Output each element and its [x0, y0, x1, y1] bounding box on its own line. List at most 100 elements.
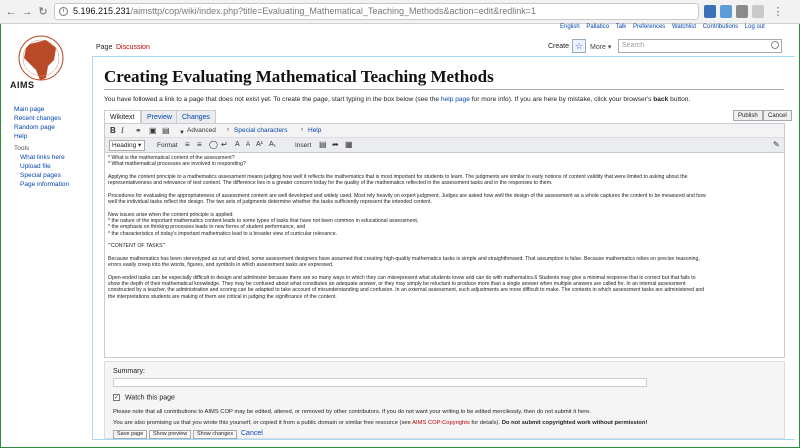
editor-text-line: constructed by a teacher, the administra… [108, 287, 705, 294]
publish-button[interactable]: Publish [733, 110, 763, 121]
search-replace-icon[interactable]: ✎ [773, 140, 780, 150]
chevron-right-icon: › [227, 126, 230, 133]
summary-label: Summary: [113, 368, 145, 375]
big-text-icon[interactable]: A [235, 140, 240, 150]
triangle-down-icon[interactable]: ▼ [179, 128, 185, 138]
sidebar-item-special-pages[interactable]: Special pages [0, 171, 92, 180]
tab-preview[interactable]: Preview [141, 110, 178, 123]
reference-icon[interactable]: ▤ [162, 126, 170, 136]
watch-option: ✓ Watch this page [113, 394, 175, 401]
watch-star-icon[interactable]: ☆ [572, 39, 586, 53]
subscript-icon[interactable]: A₁ [269, 140, 276, 150]
heading-select[interactable]: Heading ▾ [109, 140, 145, 151]
sidebar-item-main-page[interactable]: Main page [0, 105, 92, 114]
editor-text-line: the interpretations students are making … [108, 293, 337, 300]
personal-link[interactable]: Log out [745, 24, 765, 30]
gallery-icon[interactable]: ▤ [319, 140, 327, 150]
edit-options: Summary: ✓ Watch this page Please note t… [104, 361, 785, 439]
link-icon[interactable]: ⚭ [135, 126, 142, 136]
wikitext-editor: B I ⚭ ▣ ▤ ▼ Advanced › Special character… [104, 123, 785, 358]
redirect-icon[interactable]: ➦ [332, 140, 339, 150]
watch-label: Watch this page [124, 394, 175, 402]
editor-text-line: Open-ended tasks can be especially diffi… [108, 274, 696, 281]
superscript-icon[interactable]: A¹ [256, 140, 263, 150]
search-icon[interactable] [771, 41, 779, 49]
watch-checkbox[interactable]: ✓ [113, 394, 120, 401]
bulleted-list-icon[interactable]: ≡ [185, 140, 190, 150]
intro-text: You have followed a link to a page that … [104, 96, 690, 103]
format-label: Format [157, 142, 178, 149]
extension-icon[interactable] [720, 5, 732, 18]
chevron-right-icon: › [301, 126, 304, 133]
info-icon[interactable]: i [59, 7, 68, 16]
sidebar-item-random-page[interactable]: Random page [0, 123, 92, 132]
url-path: /aimsttp/cop/wiki/index.php?title=Evalua… [130, 6, 537, 16]
page-title: Creating Evaluating Mathematical Teachin… [104, 67, 494, 86]
sidebar-item-page-information[interactable]: Page information [0, 180, 92, 189]
nowiki-icon[interactable]: ◯ [209, 140, 218, 150]
personal-link[interactable]: Preferences [633, 24, 665, 30]
table-icon[interactable]: ▦ [345, 140, 353, 150]
advanced-toggle[interactable]: Advanced [187, 127, 216, 134]
more-menu[interactable]: More ▾ [590, 43, 611, 51]
tab-wikitext[interactable]: Wikitext [104, 110, 141, 123]
personal-link[interactable]: Talk [616, 24, 627, 30]
sidebar-item-what-links-here[interactable]: What links here [0, 153, 92, 162]
chevron-down-icon: ▾ [138, 142, 142, 149]
help-page-link[interactable]: help page [441, 96, 470, 103]
extension-icon[interactable] [736, 5, 748, 18]
menu-dots-icon[interactable]: ⋮ [772, 6, 784, 18]
numbered-list-icon[interactable]: ≡ [197, 140, 202, 150]
content-area: Creating Evaluating Mathematical Teachin… [92, 56, 795, 440]
special-characters-toggle[interactable]: Special characters [234, 127, 287, 134]
sidebar: Main page Recent changes Random page Hel… [0, 105, 92, 189]
intro-back: back [653, 96, 669, 103]
embedded-file-icon[interactable]: ▣ [149, 126, 157, 136]
forward-arrow-icon[interactable]: → [21, 6, 33, 18]
browser-toolbar: ← → ↻ i 5.196.215.231/aimsttp/cop/wiki/i… [0, 0, 800, 24]
small-text-icon[interactable]: A [246, 140, 250, 150]
wikitext-textarea[interactable]: * What is the mathematical content of th… [105, 153, 784, 357]
save-page-button[interactable]: Save page [113, 430, 148, 439]
personal-link[interactable]: Contributions [703, 24, 738, 30]
sidebar-item-recent-changes[interactable]: Recent changes [0, 114, 92, 123]
summary-input[interactable] [113, 378, 647, 387]
bold-icon[interactable]: B [110, 126, 116, 136]
notice2-before: You are also promising us that you wrote… [113, 420, 411, 426]
personal-link[interactable]: Watchlist [672, 24, 696, 30]
new-line-icon[interactable]: ↵ [221, 140, 228, 150]
cancel-button[interactable]: Cancel [763, 110, 792, 121]
title-divider [104, 89, 784, 90]
search-placeholder: Search [622, 42, 645, 49]
sidebar-tools-heading: Tools [14, 145, 30, 152]
extension-icon[interactable] [752, 5, 764, 18]
intro-before: You have followed a link to a page that … [104, 96, 440, 103]
reload-icon[interactable]: ↻ [37, 6, 49, 18]
copyright-notice: You are also promising us that you wrote… [113, 420, 647, 426]
tab-discussion[interactable]: Discussion [116, 44, 150, 51]
more-label: More [590, 44, 606, 51]
tab-changes[interactable]: Changes [176, 110, 217, 123]
chevron-down-icon: ▾ [607, 44, 612, 51]
extension-icon[interactable] [704, 5, 716, 18]
back-arrow-icon[interactable]: ← [5, 6, 17, 18]
url-host: 5.196.215.231 [73, 6, 131, 16]
personal-link[interactable]: English [560, 24, 580, 30]
tab-page[interactable]: Page [96, 44, 112, 51]
help-toggle[interactable]: Help [308, 127, 321, 134]
insert-label: Insert [295, 142, 312, 149]
search-input[interactable]: Search [618, 39, 782, 53]
editor-toolbar-main: B I ⚭ ▣ ▤ ▼ Advanced › Special character… [105, 124, 784, 138]
italic-icon[interactable]: I [121, 126, 124, 136]
address-bar[interactable]: i 5.196.215.231/aimsttp/cop/wiki/index.p… [54, 3, 699, 20]
cancel-link[interactable]: Cancel [241, 430, 263, 437]
intro-end: button. [670, 96, 691, 103]
show-preview-button[interactable]: Show preview [149, 430, 192, 439]
sidebar-item-help[interactable]: Help [0, 132, 92, 141]
show-changes-button[interactable]: Show changes [193, 430, 238, 439]
personal-link[interactable]: Pallatico [586, 24, 609, 30]
copyrights-link[interactable]: AIMS COP:Copyrights [412, 420, 470, 426]
logo-text: AIMS [10, 80, 35, 90]
sidebar-item-upload-file[interactable]: Upload file [0, 162, 92, 171]
tab-create[interactable]: Create [548, 43, 569, 50]
